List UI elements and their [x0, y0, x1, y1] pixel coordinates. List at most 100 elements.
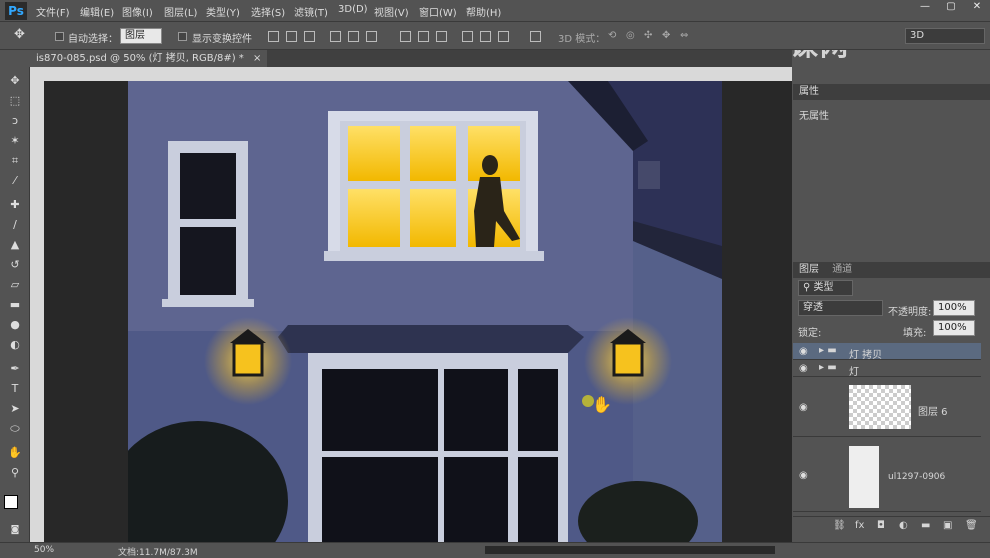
menu-select[interactable]: 选择(S) [251, 4, 285, 19]
menu-help[interactable]: 帮助(H) [466, 4, 501, 19]
hand-tool-icon[interactable]: ✋ [7, 445, 23, 461]
drag-3d-icon[interactable]: ✣ [644, 30, 652, 41]
foreground-color-swatch[interactable] [4, 495, 18, 509]
layer-filter-dropdown[interactable]: ⚲ 类型 [798, 280, 853, 296]
menu-view[interactable]: 视图(V) [374, 4, 409, 19]
options-bar: ✥ 自动选择： 图层 显示变换控件 3D 模式： ⟲ ◎ ✣ ✥ ⇔ 3D [0, 23, 990, 50]
visibility-eye-icon[interactable]: ◉ [799, 363, 808, 374]
vertical-ruler [30, 81, 44, 542]
menu-image[interactable]: 图像(I) [122, 4, 153, 19]
mask-icon[interactable]: ◘ [877, 520, 885, 531]
menu-file[interactable]: 文件(F) [36, 4, 70, 19]
pen-tool-icon[interactable]: ✒ [7, 361, 23, 377]
new-layer-icon[interactable]: ▣ [943, 520, 952, 531]
menu-edit[interactable]: 编辑(E) [80, 4, 114, 19]
align-left-icon[interactable] [330, 31, 341, 42]
menu-3d[interactable]: 3D(D) [338, 4, 368, 15]
healing-tool-icon[interactable]: ✚ [7, 197, 23, 213]
distribute-bottom-icon[interactable] [436, 31, 447, 42]
align-hcenter-icon[interactable] [348, 31, 359, 42]
document-close-icon[interactable]: × [253, 53, 261, 64]
move-tool-preset-icon[interactable]: ✥ [14, 27, 25, 42]
fill-input[interactable]: 100% [933, 320, 975, 336]
opacity-input[interactable]: 100% [933, 300, 975, 316]
visibility-eye-icon[interactable]: ◉ [799, 346, 808, 357]
properties-tab[interactable]: 属性 [793, 84, 990, 100]
layer-row-group-copy[interactable]: ◉ ▸ ▬ 灯 拷贝 [793, 343, 981, 361]
roll-3d-icon[interactable]: ◎ [626, 30, 635, 41]
horizontal-ruler [30, 67, 792, 81]
document-info: 文档:11.7M/87.3M [118, 548, 198, 558]
align-bottom-icon[interactable] [304, 31, 315, 42]
align-top-icon[interactable] [268, 31, 279, 42]
distribute-hcenter-icon[interactable] [480, 31, 491, 42]
adjustment-icon[interactable]: ◐ [899, 520, 908, 531]
crop-tool-icon[interactable]: ⌗ [7, 153, 23, 169]
blend-mode-dropdown[interactable]: 穿透 [798, 300, 883, 316]
eraser-tool-icon[interactable]: ▱ [7, 277, 23, 293]
scale-3d-icon[interactable]: ⇔ [680, 30, 688, 41]
document-tab[interactable]: is870-085.psd @ 50% (灯 拷贝, RGB/8#) * × [30, 50, 268, 67]
auto-select-checkbox[interactable] [55, 32, 64, 41]
tools-panel: ✥ ⬚ ↄ ✶ ⌗ ⁄ ✚ ∕ ▲ ↺ ▱ ▬ ● ◐ ✒ T ➤ ⬭ ✋ ⚲ … [0, 67, 30, 542]
path-select-tool-icon[interactable]: ➤ [7, 401, 23, 417]
zoom-tool-icon[interactable]: ⚲ [7, 465, 23, 481]
marquee-tool-icon[interactable]: ⬚ [7, 93, 23, 109]
link-icon[interactable]: ⛓ [833, 520, 846, 531]
opacity-value: 100% [938, 302, 967, 313]
lasso-tool-icon[interactable]: ↄ [7, 113, 23, 129]
align-right-icon[interactable] [366, 31, 377, 42]
blur-tool-icon[interactable]: ● [7, 317, 23, 333]
layers-panel: 图层 通道 ⚲ 类型 穿透 不透明度: 100% 锁定: 填充: 100% ◉ … [793, 262, 990, 542]
show-transform-label: 显示变换控件 [192, 34, 252, 45]
distribute-left-icon[interactable] [462, 31, 473, 42]
layer-row-smart[interactable]: ◉ ul1297-0906 [793, 440, 981, 512]
rotate-3d-icon[interactable]: ⟲ [608, 30, 616, 41]
visibility-eye-icon[interactable]: ◉ [799, 470, 808, 481]
minimize-icon[interactable]: — [912, 0, 938, 14]
eyedropper-tool-icon[interactable]: ⁄ [7, 173, 23, 189]
maximize-icon[interactable]: ▢ [938, 0, 964, 14]
type-tool-icon[interactable]: T [7, 381, 23, 397]
shape-tool-icon[interactable]: ⬭ [7, 421, 23, 437]
auto-select-dropdown[interactable]: 图层 [120, 28, 162, 44]
layer-row-pixel[interactable]: ◉ 图层 6 [793, 377, 981, 437]
dodge-tool-icon[interactable]: ◐ [7, 337, 23, 353]
visibility-eye-icon[interactable]: ◉ [799, 402, 808, 413]
magic-wand-tool-icon[interactable]: ✶ [7, 133, 23, 149]
canvas-area[interactable]: ✋ [44, 81, 792, 542]
layer-row-group[interactable]: ◉ ▸ ▬ 灯 [793, 360, 981, 378]
slide-3d-icon[interactable]: ✥ [662, 30, 670, 41]
tab-layers[interactable]: 图层 [799, 264, 819, 275]
distribute-right-icon[interactable] [498, 31, 509, 42]
trash-icon[interactable]: 🗑 [965, 520, 978, 531]
workspace-dropdown[interactable]: 3D [905, 28, 985, 44]
opacity-label: 不透明度: [888, 307, 932, 318]
move-tool-icon[interactable]: ✥ [7, 73, 23, 89]
menu-filter[interactable]: 滤镜(T) [294, 4, 328, 19]
menu-layer[interactable]: 图层(L) [164, 4, 197, 19]
close-icon[interactable]: ✕ [964, 0, 990, 14]
distribute-top-icon[interactable] [400, 31, 411, 42]
distribute-vcenter-icon[interactable] [418, 31, 429, 42]
document-tab-bar: is870-085.psd @ 50% (灯 拷贝, RGB/8#) * × [30, 50, 792, 67]
quick-mask-icon[interactable]: ◙ [7, 522, 23, 538]
stamp-tool-icon[interactable]: ▲ [7, 237, 23, 253]
menu-window[interactable]: 窗口(W) [419, 4, 457, 19]
workspace-value: 3D [910, 30, 925, 41]
zoom-level[interactable]: 50% [34, 545, 54, 555]
history-brush-tool-icon[interactable]: ↺ [7, 257, 23, 273]
document-image[interactable]: ✋ [128, 81, 722, 542]
auto-align-icon[interactable] [530, 31, 541, 42]
tab-channels[interactable]: 通道 [832, 264, 852, 275]
menu-type[interactable]: 类型(Y) [206, 4, 240, 19]
folder-icon[interactable]: ▬ [921, 520, 930, 531]
align-vcenter-icon[interactable] [286, 31, 297, 42]
horizontal-scrollbar[interactable] [485, 546, 775, 554]
show-transform-checkbox[interactable] [178, 32, 187, 41]
properties-panel: 属性 无属性 [793, 84, 990, 254]
fx-icon[interactable]: fx [855, 520, 864, 531]
gradient-tool-icon[interactable]: ▬ [7, 297, 23, 313]
properties-content: 无属性 [799, 111, 829, 122]
brush-tool-icon[interactable]: ∕ [7, 217, 23, 233]
